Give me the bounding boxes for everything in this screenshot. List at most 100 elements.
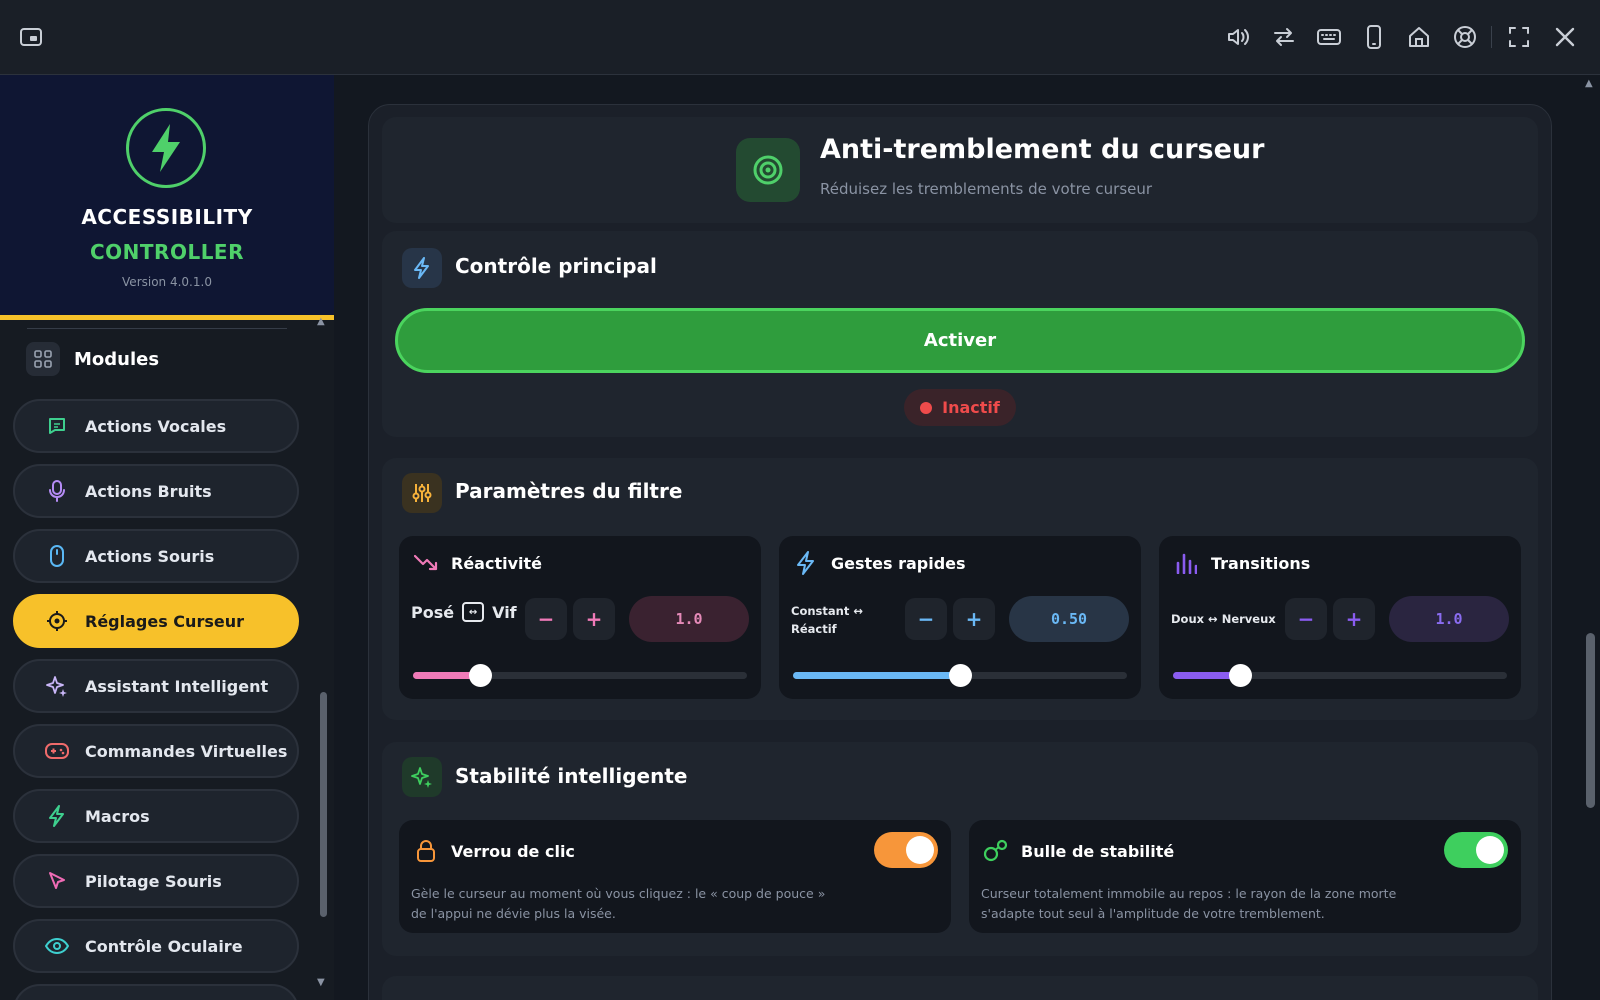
sidebar-item-label: Contrôle Oculaire (85, 936, 243, 956)
filter-parameters-title: Paramètres du filtre (455, 479, 683, 503)
description-line2: de l'appui ne dévie plus la visée. (411, 906, 616, 921)
sliders-icon (402, 473, 442, 513)
bubbles-icon (983, 838, 1009, 864)
sidebar-scrollbar-thumb[interactable] (320, 692, 327, 917)
sidebar-item-reglages-curseur[interactable]: Réglages Curseur (13, 594, 299, 648)
sidebar-item-label: Commandes Virtuelles (85, 741, 288, 761)
eye-icon (45, 934, 69, 958)
status-badge: Inactif (904, 389, 1016, 426)
description-line1: Curseur totalement immobile au repos : l… (981, 886, 1397, 901)
next-section-card (382, 976, 1538, 1000)
range-label-line1: Constant ↔ (791, 604, 863, 618)
brand-panel: ACCESSIBILITY CONTROLLER Version 4.0.1.0 (0, 75, 334, 320)
sidebar-scroll-up-icon[interactable]: ▲ (317, 316, 325, 327)
reactivity-panel: Réactivité Posé ↔ Vif − + 1.0 (399, 536, 761, 699)
sidebar-item-actions-bruits[interactable]: Actions Bruits (13, 464, 299, 518)
sidebar-item-commandes-virtuelles[interactable]: Commandes Virtuelles (13, 724, 299, 778)
page-subtitle: Réduisez les tremblements de votre curse… (820, 180, 1153, 198)
increment-button[interactable]: + (953, 598, 995, 640)
brand-title-line1: ACCESSIBILITY (81, 205, 253, 229)
main-scroll-up-icon[interactable]: ▲ (1585, 78, 1593, 89)
sidebar-divider (27, 328, 287, 329)
toolbar-separator (1491, 26, 1492, 48)
phone-icon[interactable] (1359, 22, 1389, 52)
fast-gestures-slider[interactable] (793, 664, 1127, 687)
range-labels: Constant ↔ Réactif (791, 602, 863, 638)
main-control-title: Contrôle principal (455, 254, 657, 278)
sidebar: ACCESSIBILITY CONTROLLER Version 4.0.1.0… (0, 75, 334, 1000)
value-display[interactable]: 1.0 (1389, 596, 1509, 642)
panel-description: Curseur totalement immobile au repos : l… (981, 884, 1421, 924)
toggle-knob (1476, 836, 1504, 864)
decrement-button[interactable]: − (905, 598, 947, 640)
modules-label: Modules (74, 348, 160, 370)
stability-bubble-panel: Bulle de stabilité Curseur totalement im… (969, 820, 1521, 933)
click-lock-panel: Verrou de clic Gèle le curseur au moment… (399, 820, 951, 933)
range-left-label: Posé (411, 602, 455, 622)
panel-header: Verrou de clic (413, 838, 575, 864)
modules-header: Modules (26, 341, 159, 377)
value-display[interactable]: 0.50 (1009, 596, 1129, 642)
fullscreen-icon[interactable] (1504, 22, 1534, 52)
keyboard-icon[interactable] (1314, 22, 1344, 52)
increment-button[interactable]: + (1333, 598, 1375, 640)
lifebuoy-icon[interactable] (1450, 22, 1480, 52)
status-label: Inactif (942, 398, 1000, 417)
panel-header: Gestes rapides (793, 550, 966, 576)
speaker-icon[interactable] (1223, 22, 1253, 52)
home-icon[interactable] (1404, 22, 1434, 52)
activate-button[interactable]: Activer (395, 308, 1525, 373)
chat-icon (45, 414, 69, 438)
microphone-icon (45, 479, 69, 503)
sidebar-item-pilotage-souris[interactable]: Pilotage Souris (13, 854, 299, 908)
cursor-arrow-icon (45, 869, 69, 893)
range-right-label: Vif (492, 602, 517, 622)
description-line2: s'adapte tout seul à l'amplitude de votr… (981, 906, 1325, 921)
close-icon[interactable] (1550, 22, 1580, 52)
activate-button-label: Activer (923, 330, 997, 351)
stability-bubble-toggle[interactable] (1444, 832, 1508, 868)
sidebar-item-partial[interactable] (13, 984, 299, 1000)
sidebar-item-label: Actions Vocales (85, 416, 227, 436)
sidebar-item-actions-vocales[interactable]: Actions Vocales (13, 399, 299, 453)
increment-button[interactable]: + (573, 598, 615, 640)
transitions-panel: Transitions Doux ↔ Nerveux − + 1.0 (1159, 536, 1521, 699)
panel-title: Réactivité (451, 553, 542, 573)
module-header-card (382, 117, 1538, 223)
bar-chart-icon (1173, 550, 1199, 576)
sidebar-item-label: Assistant Intelligent (85, 676, 269, 696)
sidebar-item-label: Macros (85, 806, 150, 826)
gamepad-icon (45, 739, 69, 763)
decrement-button[interactable]: − (1285, 598, 1327, 640)
decrement-button[interactable]: − (525, 598, 567, 640)
sidebar-item-label: Actions Bruits (85, 481, 212, 501)
version-label: Version 4.0.1.0 (122, 275, 212, 289)
main-scrollbar-thumb[interactable] (1586, 633, 1595, 808)
click-lock-toggle[interactable] (874, 832, 938, 868)
target-icon (736, 138, 800, 202)
slider-thumb[interactable] (949, 664, 972, 687)
sidebar-item-label: Actions Souris (85, 546, 215, 566)
slider-fill (793, 672, 960, 679)
picture-in-picture-icon[interactable] (16, 22, 46, 52)
sidebar-item-actions-souris[interactable]: Actions Souris (13, 529, 299, 583)
range-labels: Doux ↔ Nerveux (1171, 610, 1276, 628)
mouse-icon (45, 544, 69, 568)
sidebar-item-assistant-intelligent[interactable]: Assistant Intelligent (13, 659, 299, 713)
transitions-slider[interactable] (1173, 664, 1507, 687)
smart-stability-title: Stabilité intelligente (455, 764, 688, 788)
lock-icon (413, 838, 439, 864)
sidebar-scroll-down-icon[interactable]: ▼ (317, 977, 325, 988)
brand-title-line2: CONTROLLER (89, 240, 244, 264)
value-display[interactable]: 1.0 (629, 596, 749, 642)
sidebar-item-label: Pilotage Souris (85, 871, 222, 891)
range-labels: Posé ↔ Vif (411, 602, 517, 622)
slider-thumb[interactable] (468, 664, 492, 687)
sidebar-item-macros[interactable]: Macros (13, 789, 299, 843)
sidebar-item-controle-oculaire[interactable]: Contrôle Oculaire (13, 919, 299, 973)
bolt-icon (793, 550, 819, 576)
toggle-knob (906, 836, 934, 864)
swap-arrows-icon[interactable] (1269, 22, 1299, 52)
slider-thumb[interactable] (1228, 664, 1252, 687)
reactivity-slider[interactable] (413, 664, 747, 687)
